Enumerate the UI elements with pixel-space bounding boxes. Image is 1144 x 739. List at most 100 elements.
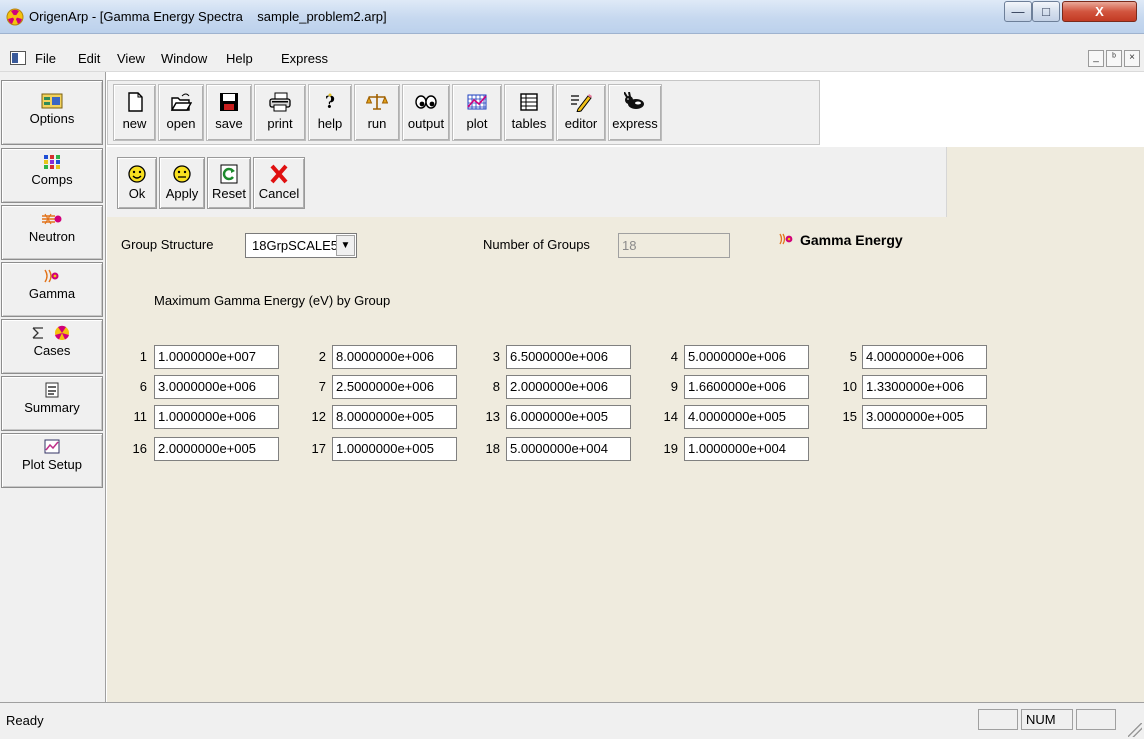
run-label: run bbox=[367, 116, 387, 131]
print-label: print bbox=[267, 116, 293, 131]
open-label: open bbox=[166, 116, 196, 131]
group-energy-input[interactable]: 8.0000000e+005 bbox=[332, 405, 457, 429]
group-structure-label: Group Structure bbox=[121, 237, 214, 252]
group-index: 13 bbox=[485, 409, 500, 424]
sidebar-item-options[interactable]: Options bbox=[1, 80, 103, 145]
sidebar-item-cases[interactable]: Cases bbox=[1, 319, 103, 374]
number-of-groups-label: Number of Groups bbox=[483, 237, 590, 252]
status-indicator-scroll bbox=[1076, 709, 1116, 730]
status-indicator-caps bbox=[978, 709, 1018, 730]
run-button[interactable]: run bbox=[354, 84, 400, 141]
group-energy-input[interactable]: 1.0000000e+007 bbox=[154, 345, 279, 369]
group-energy-input[interactable]: 5.0000000e+004 bbox=[506, 437, 631, 461]
sidebar-item-label: Summary bbox=[24, 400, 80, 415]
gamma-icon bbox=[44, 269, 59, 283]
editor-label: editor bbox=[564, 116, 598, 131]
group-energy-input[interactable]: 3.0000000e+006 bbox=[154, 375, 279, 399]
help-label: help bbox=[317, 116, 343, 131]
express-button[interactable]: express bbox=[608, 84, 662, 141]
group-energy-input[interactable]: 2.5000000e+006 bbox=[332, 375, 457, 399]
resize-grip-icon[interactable] bbox=[1128, 723, 1142, 737]
reset-label: Reset bbox=[212, 186, 246, 201]
group-energy-input[interactable]: 1.6600000e+006 bbox=[684, 375, 809, 399]
open-button[interactable]: open bbox=[158, 84, 204, 141]
group-index: 18 bbox=[485, 441, 500, 456]
editor-button[interactable]: editor bbox=[556, 84, 606, 141]
menu-window[interactable]: Window bbox=[161, 51, 207, 66]
new-button[interactable]: new bbox=[113, 84, 156, 141]
sidebar-item-gamma[interactable]: Gamma bbox=[1, 262, 103, 317]
print-button[interactable]: print bbox=[254, 84, 306, 141]
group-index: 1 bbox=[139, 349, 147, 364]
group-energy-input[interactable]: 2.0000000e+006 bbox=[506, 375, 631, 399]
group-index: 9 bbox=[670, 379, 678, 394]
menu-file[interactable]: File bbox=[35, 51, 56, 66]
refresh-icon bbox=[220, 164, 238, 184]
toolbar: new open save print ? help run output pl… bbox=[107, 80, 820, 145]
group-energy-input[interactable]: 4.0000000e+005 bbox=[684, 405, 809, 429]
menu-view[interactable]: View bbox=[117, 51, 145, 66]
section-heading-text: Gamma Energy bbox=[800, 232, 903, 248]
menu-express[interactable]: Express bbox=[281, 51, 328, 66]
group-index: 12 bbox=[311, 409, 326, 424]
help-button[interactable]: ? help bbox=[308, 84, 352, 141]
group-index: 2 bbox=[318, 349, 326, 364]
sidebar-item-neutron[interactable]: Neutron bbox=[1, 205, 103, 260]
title-bar: OrigenArp - [Gamma Energy Spectra sample… bbox=[0, 0, 1144, 34]
group-structure-value: 18GrpSCALE5 bbox=[252, 238, 338, 253]
pencil-icon bbox=[571, 94, 592, 112]
mdi-minimize-button[interactable]: _ bbox=[1088, 50, 1104, 67]
group-index: 3 bbox=[492, 349, 500, 364]
reset-button[interactable]: Reset bbox=[207, 157, 251, 209]
group-energy-input[interactable]: 1.0000000e+004 bbox=[684, 437, 809, 461]
group-energy-input[interactable]: 2.0000000e+005 bbox=[154, 437, 279, 461]
sidebar-item-comps[interactable]: Comps bbox=[1, 148, 103, 203]
output-button[interactable]: output bbox=[402, 84, 450, 141]
apply-button[interactable]: Apply bbox=[159, 157, 205, 209]
menu-area-spacer bbox=[0, 34, 1144, 46]
comps-icon bbox=[44, 155, 60, 169]
gamma-heading-icon bbox=[779, 233, 793, 245]
save-disk-icon bbox=[220, 93, 238, 111]
group-index: 4 bbox=[670, 349, 678, 364]
menu-edit[interactable]: Edit bbox=[78, 51, 100, 66]
ok-button[interactable]: Ok bbox=[117, 157, 157, 209]
menu-help[interactable]: Help bbox=[226, 51, 253, 66]
menu-bar: File Edit View Window Help Express _ ᵇ × bbox=[0, 46, 1144, 72]
group-energy-input[interactable]: 8.0000000e+006 bbox=[332, 345, 457, 369]
group-structure-select[interactable]: 18GrpSCALE5 ▼ bbox=[245, 233, 357, 258]
group-energy-input[interactable]: 4.0000000e+006 bbox=[862, 345, 987, 369]
options-icon bbox=[41, 93, 63, 109]
document-system-menu-icon[interactable] bbox=[10, 51, 26, 65]
cases-icon bbox=[32, 325, 69, 340]
app-radiation-icon bbox=[6, 8, 24, 26]
group-energy-input[interactable]: 6.5000000e+006 bbox=[506, 345, 631, 369]
sidebar-item-plot-setup[interactable]: Plot Setup bbox=[1, 433, 103, 488]
red-x-icon bbox=[270, 164, 288, 184]
close-button[interactable]: X bbox=[1062, 1, 1137, 22]
group-energy-input[interactable]: 1.0000000e+005 bbox=[332, 437, 457, 461]
mdi-restore-button[interactable]: ᵇ bbox=[1106, 50, 1122, 67]
group-energy-input[interactable]: 1.3300000e+006 bbox=[862, 375, 987, 399]
chevron-down-icon[interactable]: ▼ bbox=[336, 235, 355, 256]
minimize-button[interactable]: — bbox=[1004, 1, 1032, 22]
mdi-close-button[interactable]: × bbox=[1124, 50, 1140, 67]
ok-label: Ok bbox=[128, 186, 146, 201]
window-title: OrigenArp - [Gamma Energy Spectra sample… bbox=[29, 9, 387, 24]
sidebar-item-label: Neutron bbox=[28, 229, 76, 244]
group-energy-input[interactable]: 3.0000000e+005 bbox=[862, 405, 987, 429]
plot-label: plot bbox=[466, 116, 488, 131]
group-energy-input[interactable]: 6.0000000e+005 bbox=[506, 405, 631, 429]
group-index: 8 bbox=[492, 379, 500, 394]
sidebar-item-summary[interactable]: Summary bbox=[1, 376, 103, 431]
maximize-button[interactable]: □ bbox=[1032, 1, 1060, 22]
cancel-button[interactable]: Cancel bbox=[253, 157, 305, 209]
plot-button[interactable]: plot bbox=[452, 84, 502, 141]
group-energy-input[interactable]: 1.0000000e+006 bbox=[154, 405, 279, 429]
group-index: 7 bbox=[318, 379, 326, 394]
group-energy-input[interactable]: 5.0000000e+006 bbox=[684, 345, 809, 369]
sidebar-item-label: Gamma bbox=[28, 286, 76, 301]
save-button[interactable]: save bbox=[206, 84, 252, 141]
new-file-icon bbox=[127, 92, 143, 112]
tables-button[interactable]: tables bbox=[504, 84, 554, 141]
